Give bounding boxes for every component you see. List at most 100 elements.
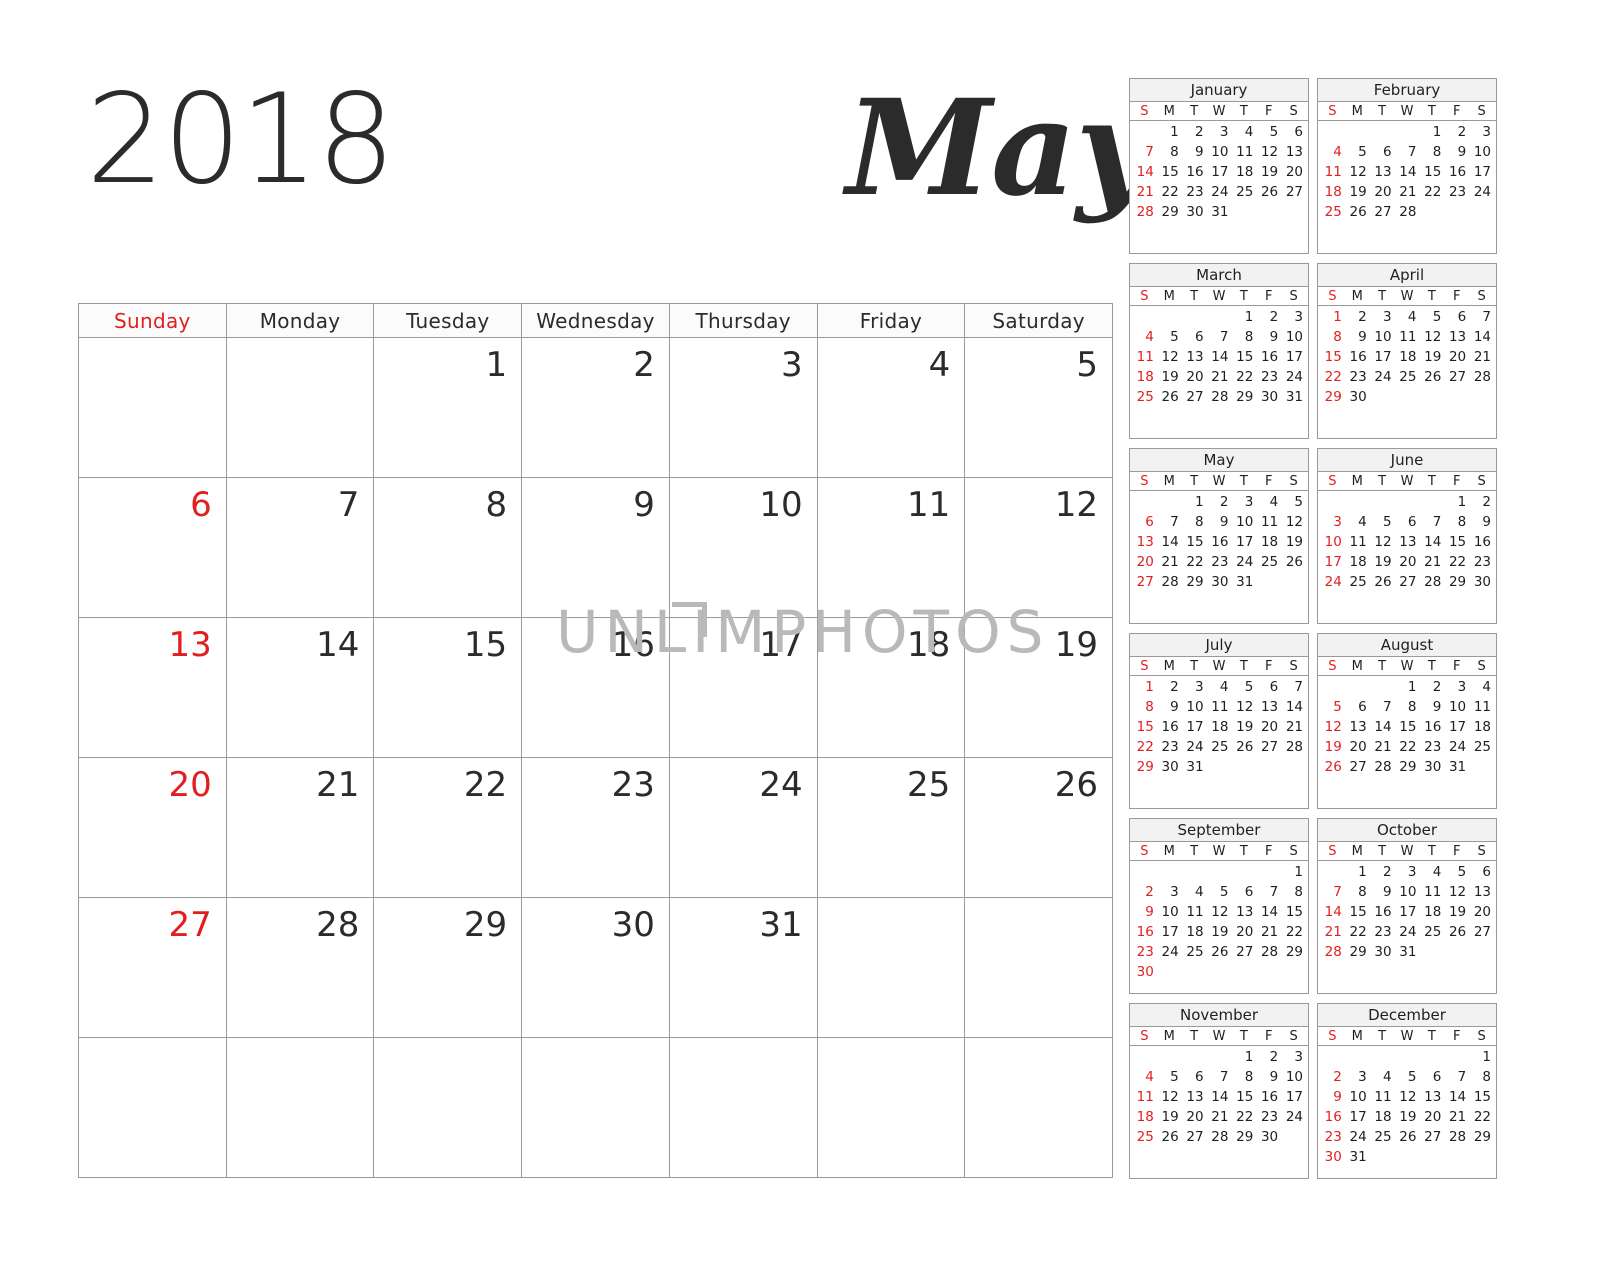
mini-day-number[interactable]: 22 <box>1182 556 1207 570</box>
mini-day-number[interactable]: 23 <box>1256 1111 1281 1125</box>
mini-day-number[interactable]: 20 <box>1132 556 1157 570</box>
mini-day-number[interactable]: 30 <box>1157 761 1182 775</box>
mini-day-number[interactable]: 11 <box>1182 906 1207 920</box>
mini-calendar-october[interactable]: October S M T W T F S 1 2 3 4 5 6 7 8 9 10 11 12 13 14 15 16 17 1… <box>1317 818 1497 994</box>
mini-day-number[interactable]: 4 <box>1132 1071 1157 1085</box>
mini-day-number[interactable]: 28 <box>1395 206 1420 220</box>
mini-day-number[interactable]: 8 <box>1419 146 1444 160</box>
day-cell[interactable]: 6 <box>79 478 227 618</box>
mini-calendar-november[interactable]: November S M T W T F S 1 2 3 4 5 6 7 8 9 10 11 12 13 14 15 16 17… <box>1129 1003 1309 1179</box>
mini-day-number[interactable]: 7 <box>1320 886 1345 900</box>
mini-day-number[interactable]: 19 <box>1419 351 1444 365</box>
mini-day-number[interactable]: 28 <box>1370 761 1395 775</box>
mini-day-number[interactable]: 10 <box>1320 536 1345 550</box>
mini-day-number[interactable]: 18 <box>1207 721 1232 735</box>
mini-day-number[interactable]: 30 <box>1419 761 1444 775</box>
mini-day-number[interactable]: 26 <box>1345 206 1370 220</box>
mini-day-number[interactable]: 22 <box>1157 186 1182 200</box>
mini-day-number[interactable]: 4 <box>1320 146 1345 160</box>
mini-day-number[interactable]: 5 <box>1444 866 1469 880</box>
mini-day-number[interactable]: 31 <box>1444 761 1469 775</box>
mini-day-number[interactable]: 5 <box>1370 516 1395 530</box>
day-cell[interactable] <box>669 1038 818 1178</box>
mini-day-number[interactable]: 18 <box>1231 166 1256 180</box>
mini-day-number[interactable]: 5 <box>1281 496 1306 510</box>
mini-day-number[interactable]: 1 <box>1419 126 1444 140</box>
mini-day-number[interactable]: 14 <box>1132 166 1157 180</box>
day-cell[interactable]: 14 <box>226 618 375 758</box>
day-cell[interactable] <box>374 1038 523 1178</box>
day-cell[interactable]: 19 <box>965 618 1114 758</box>
mini-day-number[interactable]: 2 <box>1345 311 1370 325</box>
mini-day-number[interactable]: 22 <box>1444 556 1469 570</box>
mini-day-number[interactable]: 28 <box>1256 946 1281 960</box>
mini-day-number[interactable]: 17 <box>1157 926 1182 940</box>
mini-day-number[interactable]: 21 <box>1256 926 1281 940</box>
mini-day-number[interactable]: 8 <box>1231 1071 1256 1085</box>
mini-day-number[interactable]: 6 <box>1370 146 1395 160</box>
mini-day-number[interactable]: 24 <box>1444 741 1469 755</box>
mini-day-number[interactable]: 21 <box>1157 556 1182 570</box>
mini-day-number[interactable]: 9 <box>1419 701 1444 715</box>
day-cell[interactable]: 15 <box>374 618 523 758</box>
mini-day-number[interactable]: 16 <box>1182 166 1207 180</box>
mini-day-number[interactable]: 14 <box>1419 536 1444 550</box>
mini-day-number[interactable]: 21 <box>1395 186 1420 200</box>
mini-day-number[interactable]: 3 <box>1345 1071 1370 1085</box>
mini-day-number[interactable]: 21 <box>1207 371 1232 385</box>
mini-day-number[interactable]: 23 <box>1182 186 1207 200</box>
mini-day-number[interactable]: 23 <box>1469 556 1494 570</box>
mini-day-number[interactable]: 30 <box>1320 1151 1345 1165</box>
mini-day-number[interactable]: 3 <box>1469 126 1494 140</box>
mini-day-number[interactable]: 7 <box>1281 681 1306 695</box>
mini-day-number[interactable]: 16 <box>1207 536 1232 550</box>
mini-day-number[interactable]: 15 <box>1320 351 1345 365</box>
mini-day-number[interactable]: 17 <box>1281 351 1306 365</box>
mini-day-number[interactable]: 10 <box>1444 701 1469 715</box>
mini-day-number[interactable]: 11 <box>1231 146 1256 160</box>
mini-day-number[interactable]: 7 <box>1207 331 1232 345</box>
mini-day-number[interactable]: 2 <box>1256 311 1281 325</box>
day-cell[interactable] <box>522 1038 670 1178</box>
mini-day-number[interactable]: 12 <box>1281 516 1306 530</box>
mini-day-number[interactable]: 2 <box>1256 1051 1281 1065</box>
mini-day-number[interactable]: 29 <box>1469 1131 1494 1145</box>
mini-day-number[interactable]: 26 <box>1370 576 1395 590</box>
mini-day-number[interactable]: 1 <box>1444 496 1469 510</box>
mini-day-number[interactable]: 26 <box>1231 741 1256 755</box>
mini-day-number[interactable]: 20 <box>1370 186 1395 200</box>
day-cell[interactable] <box>817 1038 966 1178</box>
mini-day-number[interactable]: 12 <box>1157 351 1182 365</box>
mini-day-number[interactable]: 14 <box>1157 536 1182 550</box>
mini-day-number[interactable]: 22 <box>1469 1111 1494 1125</box>
mini-day-number[interactable]: 31 <box>1281 391 1306 405</box>
mini-day-number[interactable]: 25 <box>1207 741 1232 755</box>
mini-day-number[interactable]: 14 <box>1320 906 1345 920</box>
mini-day-number[interactable]: 21 <box>1444 1111 1469 1125</box>
mini-day-number[interactable]: 12 <box>1370 536 1395 550</box>
mini-day-number[interactable]: 14 <box>1469 331 1494 345</box>
mini-calendar-june[interactable]: June S M T W T F S 1 2 3 4 5 6 7 8 9 10 11 12 13 14 15 16 17 18 19… <box>1317 448 1497 624</box>
mini-day-number[interactable]: 8 <box>1345 886 1370 900</box>
mini-day-number[interactable]: 13 <box>1395 536 1420 550</box>
mini-day-number[interactable]: 29 <box>1281 946 1306 960</box>
mini-day-number[interactable]: 5 <box>1207 886 1232 900</box>
mini-day-number[interactable]: 26 <box>1281 556 1306 570</box>
mini-calendar-april[interactable]: April S M T W T F S 1 2 3 4 5 6 7 8 9 10 11 12 13 14 15 16 17 18 1… <box>1317 263 1497 439</box>
mini-day-number[interactable]: 24 <box>1469 186 1494 200</box>
mini-day-number[interactable]: 19 <box>1395 1111 1420 1125</box>
mini-day-number[interactable]: 24 <box>1182 741 1207 755</box>
mini-day-number[interactable]: 11 <box>1370 1091 1395 1105</box>
mini-day-number[interactable]: 11 <box>1345 536 1370 550</box>
mini-day-number[interactable]: 9 <box>1345 331 1370 345</box>
mini-day-number[interactable]: 13 <box>1231 906 1256 920</box>
day-cell[interactable] <box>226 1038 375 1178</box>
mini-day-number[interactable]: 11 <box>1132 1091 1157 1105</box>
mini-day-number[interactable]: 26 <box>1157 1131 1182 1145</box>
day-cell[interactable] <box>965 898 1114 1038</box>
mini-day-number[interactable]: 14 <box>1256 906 1281 920</box>
day-cell[interactable]: 18 <box>817 618 966 758</box>
mini-day-number[interactable]: 20 <box>1345 741 1370 755</box>
mini-day-number[interactable]: 19 <box>1370 556 1395 570</box>
mini-day-number[interactable]: 18 <box>1419 906 1444 920</box>
